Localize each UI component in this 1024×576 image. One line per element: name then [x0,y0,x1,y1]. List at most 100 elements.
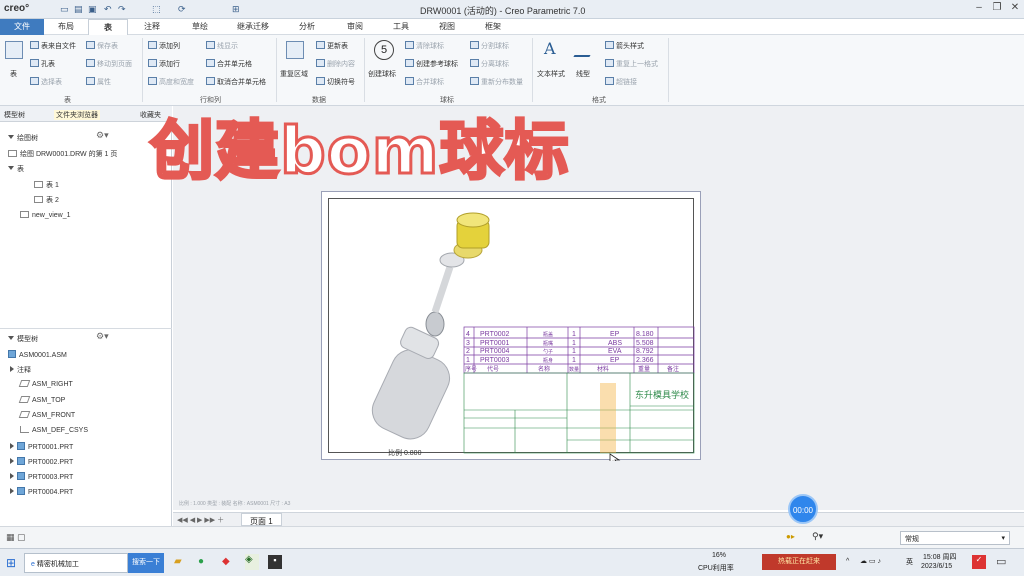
tree-item[interactable]: ASM_RIGHT [18,380,73,388]
repeat-region-icon[interactable] [286,41,304,59]
windows-icon[interactable]: ⊞ [232,4,240,15]
tab-analysis[interactable]: 分析 [282,19,332,35]
properties-button[interactable]: 属性 [86,77,111,87]
tab-review[interactable]: 审阅 [332,19,378,35]
tab-model-tree[interactable]: 模型树 [4,110,25,120]
tree-item[interactable]: PRT0003.PRT [10,472,73,481]
detach-balloon-button[interactable]: 分离球标 [470,59,509,69]
page-tab[interactable]: 页面 1 [241,513,282,526]
table-from-file-button[interactable]: 表来自文件 [30,41,76,51]
promo-banner[interactable]: 热载正在赶来 [762,554,836,570]
tab-annotate[interactable]: 注释 [128,19,176,35]
tree-settings-icon[interactable]: ⚙▾ [96,331,109,342]
drawing-sheet[interactable]: 4 PRT0002 瓶盖 1 EP 8.180 3 PRT0001 瓶嘴 1 A… [321,191,701,461]
repeat-region-label[interactable]: 重复区域 [280,69,308,79]
delete-content-button[interactable]: 删除内容 [316,59,355,69]
tab-folder-browser[interactable]: 文件夹浏览器 [54,110,100,120]
clock-date[interactable]: 2023/6/15 [921,563,952,570]
tray-icons[interactable]: ☁ ▭ ♪ [860,557,881,565]
ref-balloon-button[interactable]: 创建参考球标 [405,59,458,69]
tree-item[interactable]: PRT0004.PRT [10,487,73,496]
select-box-icon[interactable]: ⬚ [152,4,161,15]
toggle-symbol-button[interactable]: 切换符号 [316,77,355,87]
minimize-icon[interactable]: – [972,2,986,16]
notification-app-icon[interactable]: ✓ [972,555,986,569]
drawing-tree-header[interactable]: 绘图树 [8,133,38,143]
height-width-button[interactable]: 高度和宽度 [148,77,194,87]
page-nav-icon[interactable]: ◀◀ ◀ ▶ ▶▶ ＋ [177,515,224,525]
model-tree-header[interactable]: 模型树 [8,334,38,344]
hole-table-button[interactable]: 孔表 [30,59,55,69]
tree-item[interactable]: new_view_1 [20,211,71,219]
repeat-format-button[interactable]: 重复上一格式 [605,59,658,69]
status-icons[interactable]: ▦ ▢ [6,532,26,543]
folder-icon[interactable]: ▰ [174,556,182,567]
tab-table[interactable]: 表 [88,19,128,35]
tree-item[interactable]: 注释 [10,365,31,375]
merge-balloon-button[interactable]: 合并球标 [405,77,444,87]
tree-item[interactable]: ASM_DEF_CSYS [20,426,88,434]
tab-layout[interactable]: 布局 [44,19,88,35]
browser-search-box[interactable]: e 精密机械加工 [24,553,128,573]
tab-view[interactable]: 视图 [424,19,470,35]
tab-sketch[interactable]: 草绘 [176,19,224,35]
line-style-button[interactable]: 线型 [576,69,590,79]
update-table-button[interactable]: 更新表 [316,41,348,51]
text-style-button[interactable]: 文本样式 [537,69,565,79]
add-column-button[interactable]: 添加列 [148,41,180,51]
tree-item[interactable]: PRT0002.PRT [10,457,73,466]
clock-time[interactable]: 15:08 周四 [923,552,956,562]
balloon-icon[interactable]: 5 [374,40,394,60]
tab-frame[interactable]: 框架 [470,19,516,35]
creo-taskbar-icon[interactable]: ◈ [245,554,259,570]
arrow-style-button[interactable]: 箭头样式 [605,41,644,51]
unmerge-cells-button[interactable]: 取消合并单元格 [206,77,266,87]
chrome-icon[interactable]: ● [198,556,204,567]
tree-item[interactable]: 表 2 [34,195,59,205]
creo-window-icon[interactable]: ▪ [268,555,282,569]
filter-dropdown[interactable]: 常规 ▾ [900,531,1010,545]
tree-item[interactable]: PRT0001.PRT [10,442,73,451]
start-icon[interactable]: ⊞ [6,556,16,570]
search-button[interactable]: 搜索一下 [128,553,164,573]
move-to-page-button[interactable]: 移动到页面 [86,59,132,69]
binoculars-icon[interactable]: ⚲▾ [812,531,823,542]
regenerate-icon[interactable]: ⟳ [178,4,186,15]
redo-icon[interactable]: ↷ [118,4,126,15]
ime-indicator[interactable]: 英 [906,557,913,567]
restore-icon[interactable]: ❐ [990,2,1004,16]
line-display-button[interactable]: 线显示 [206,41,238,51]
tab-tools[interactable]: 工具 [378,19,424,35]
notification-icon[interactable]: ▭ [996,555,1006,568]
add-row-button[interactable]: 添加行 [148,59,180,69]
select-table-button[interactable]: 选择表 [30,77,62,87]
new-file-icon[interactable]: ▭ [60,4,69,15]
tree-item[interactable]: 表 1 [34,180,59,190]
tree-item[interactable]: ASM_TOP [18,396,65,404]
tree-item[interactable]: ASM0001.ASM [8,350,67,359]
tree-item[interactable]: ASM_FRONT [18,411,75,419]
tab-legacy-migration[interactable]: 继承迁移 [224,19,282,35]
tree-item[interactable]: 绘图 DRW0001.DRW 的第 1 页 [8,149,117,159]
merge-cells-button[interactable]: 合并单元格 [206,59,252,69]
table-button-label[interactable]: 表 [10,69,17,79]
app-icon[interactable]: ◆ [222,556,230,567]
undo-icon[interactable]: ↶ [104,4,112,15]
tree-item[interactable]: 表 [8,164,24,174]
split-balloon-button[interactable]: 分割球标 [470,41,509,51]
close-icon[interactable]: ✕ [1008,2,1022,16]
hyperlink-button[interactable]: 超链接 [605,77,637,87]
tree-settings-icon[interactable]: ⚙▾ [96,130,109,141]
redistribute-qty-button[interactable]: 重新分布数量 [470,77,523,87]
find-icon[interactable]: ●▸ [786,532,795,541]
tab-file[interactable]: 文件 [0,19,44,35]
create-balloon-button[interactable]: 创建球标 [368,69,396,79]
line-style-icon[interactable] [573,41,599,57]
clean-balloon-button[interactable]: 清除球标 [405,41,444,51]
tray-chevron-icon[interactable]: ^ [846,558,849,565]
save-table-button[interactable]: 保存表 [86,41,118,51]
text-style-icon[interactable]: A [544,39,556,58]
table-icon[interactable] [5,41,23,59]
open-icon[interactable]: ▤ [74,4,83,15]
save-icon[interactable]: ▣ [88,4,97,15]
